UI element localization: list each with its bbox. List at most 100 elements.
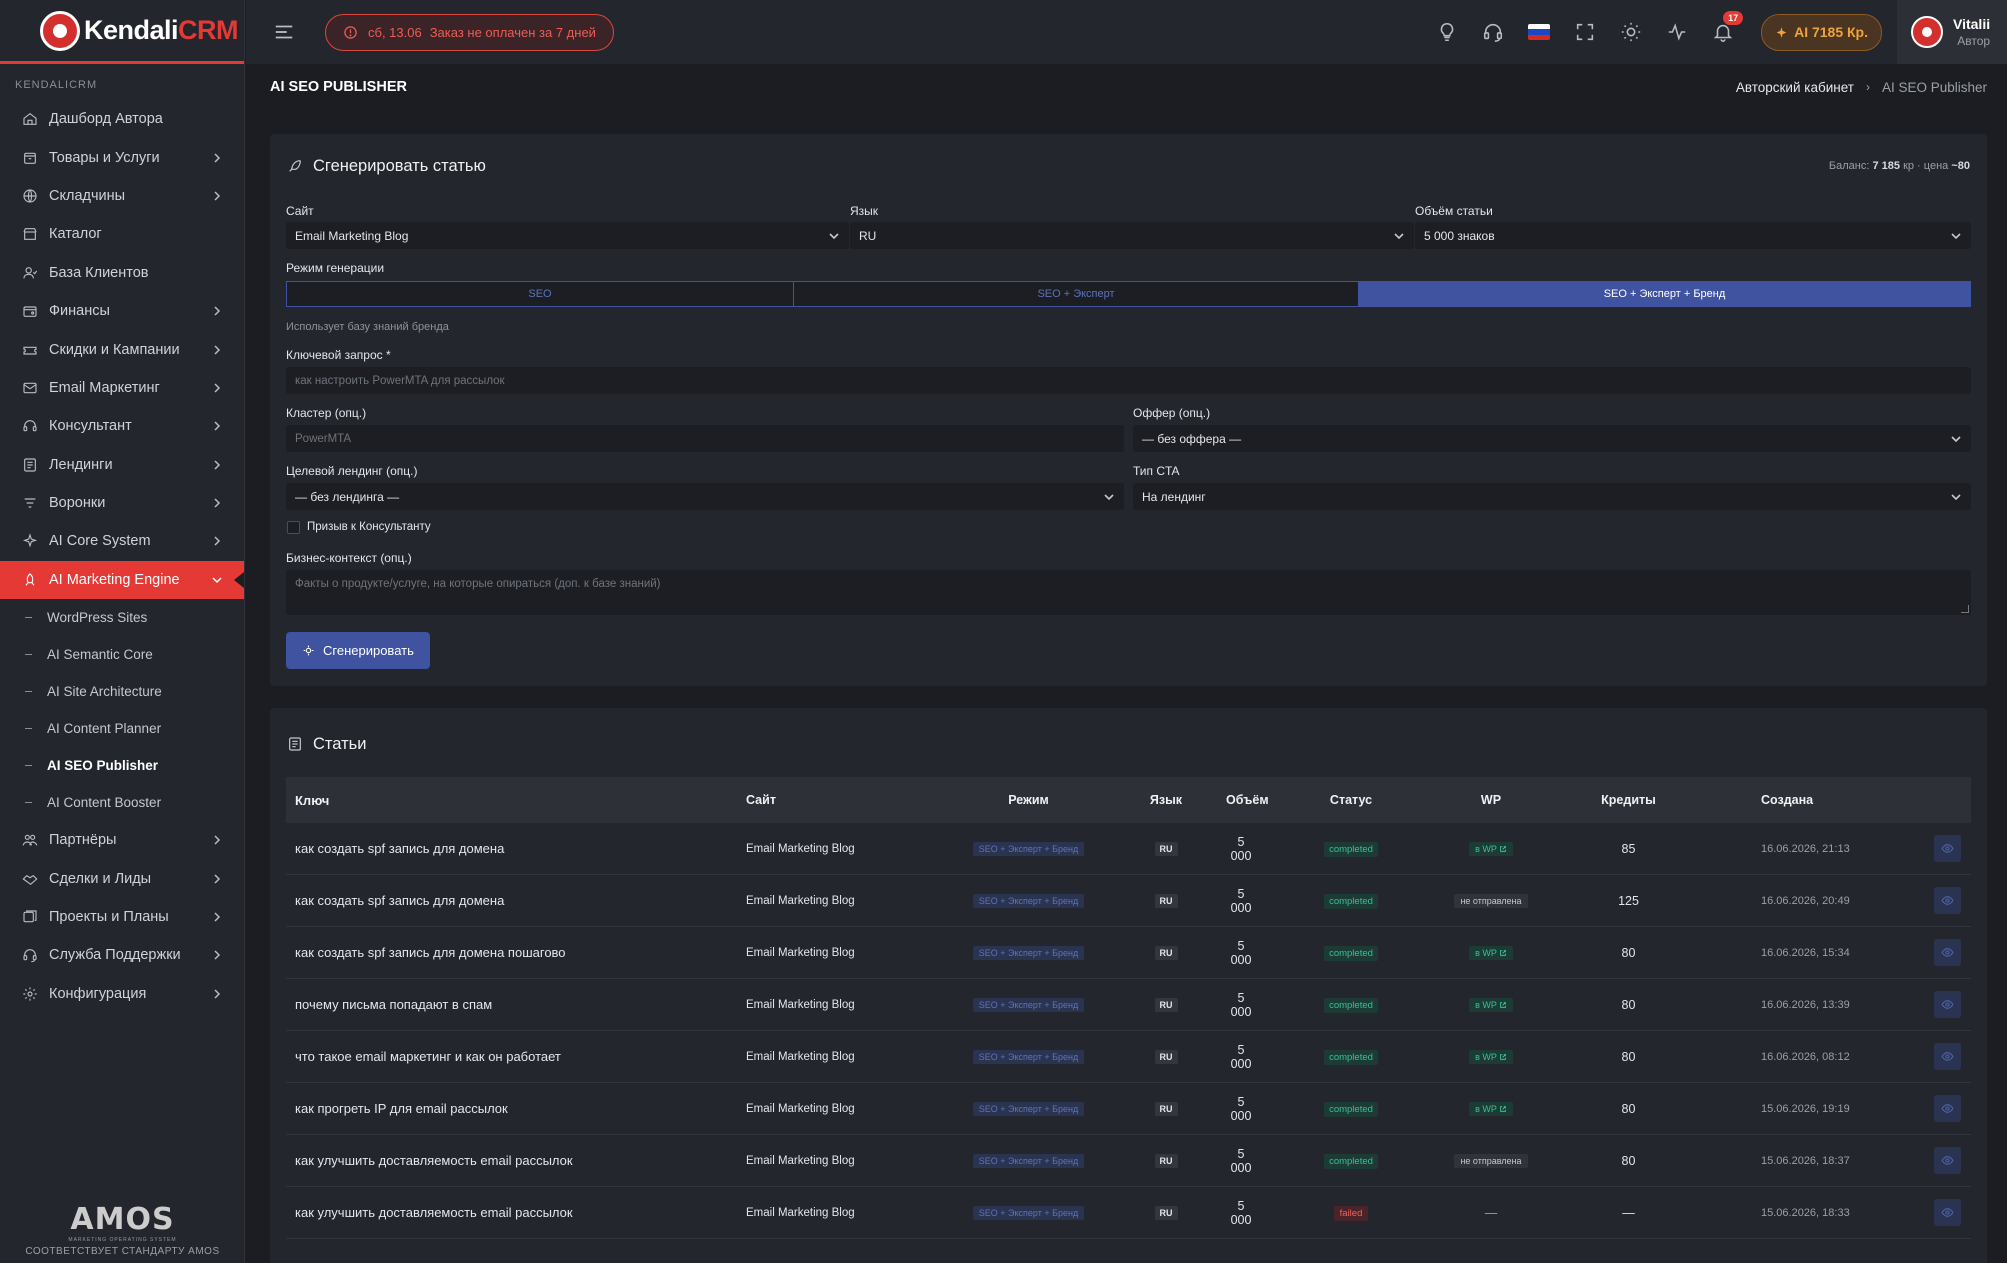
cell-wp: не отправлена [1446, 1153, 1536, 1168]
wp-published-link[interactable]: в WP [1469, 998, 1513, 1012]
sidebar-item-email-маркетинг[interactable]: Email Маркетинг [0, 369, 244, 407]
sidebar-item-дашборд-автора[interactable]: Дашборд Автора [0, 100, 244, 138]
theme-sun-icon[interactable] [1620, 21, 1642, 43]
sidebar-item-каталог[interactable]: Каталог [0, 215, 244, 253]
sidebar-subitem-ai-content-planner[interactable]: AI Content Planner [0, 710, 244, 747]
cluster-input[interactable]: PowerMTA [286, 425, 1124, 452]
sidebar-item-ai-marketing-engine[interactable]: AI Marketing Engine [0, 560, 244, 600]
col-volume[interactable]: Объём [1226, 793, 1269, 807]
filter-icon [22, 495, 38, 511]
cta-select[interactable]: На лендинг [1133, 483, 1971, 510]
lightbulb-icon[interactable] [1436, 21, 1458, 43]
mode-label: Режим генерации [286, 261, 385, 275]
breadcrumb-parent-link[interactable]: Авторский кабинет [1736, 80, 1854, 95]
view-article-button[interactable] [1934, 887, 1961, 914]
volume-select[interactable]: 5 000 знаков [1415, 222, 1971, 249]
articles-card-title: Статьи [313, 734, 367, 753]
view-article-button[interactable] [1934, 991, 1961, 1018]
sidebar-item-база-клиентов[interactable]: База Клиентов [0, 254, 244, 292]
topbar: сб, 13.06 Заказ не оплачен за 7 дней 17 [246, 0, 2007, 64]
activity-pulse-icon[interactable] [1666, 21, 1688, 43]
sidebar-item-воронки[interactable]: Воронки [0, 484, 244, 522]
mode-option-seo-expert[interactable]: SEO + Эксперт [793, 281, 1359, 307]
col-key[interactable]: Ключ [286, 793, 746, 808]
col-wp[interactable]: WP [1446, 793, 1536, 807]
user-menu[interactable]: Vitalii Автор [1897, 0, 2007, 64]
wp-published-link[interactable]: в WP [1469, 842, 1513, 856]
language-flag-ru-icon[interactable] [1528, 24, 1551, 40]
landing-select[interactable]: — без лендинга — [286, 483, 1124, 510]
generate-button[interactable]: Сгенерировать [286, 632, 430, 669]
sidebar-subitem-ai-semantic-core[interactable]: AI Semantic Core [0, 636, 244, 673]
col-site[interactable]: Сайт [746, 793, 951, 807]
fullscreen-icon[interactable] [1574, 21, 1596, 43]
language-badge: RU [1154, 998, 1178, 1012]
sidebar-item-скидки-и-кампании[interactable]: Скидки и Кампании [0, 330, 244, 368]
view-article-button[interactable] [1934, 1095, 1961, 1122]
sidebar-item-партнёры[interactable]: Партнёры [0, 821, 244, 859]
sidebar-subitem-ai-seo-publisher[interactable]: AI SEO Publisher [0, 747, 244, 784]
cell-status: completed [1256, 893, 1446, 909]
sidebar-item-сделки-и-лиды[interactable]: Сделки и Лиды [0, 859, 244, 897]
sidebar-item-складчины[interactable]: Складчины [0, 177, 244, 215]
headset-icon[interactable] [1482, 21, 1504, 43]
sidebar-subitem-ai-content-booster[interactable]: AI Content Booster [0, 784, 244, 821]
sidebar-item-проекты-и-планы[interactable]: Проекты и Планы [0, 898, 244, 936]
wp-link-label: в WP [1475, 1104, 1497, 1114]
mode-option-seo-expert-brand[interactable]: SEO + Эксперт + Бренд [1358, 281, 1971, 307]
keyword-input[interactable]: как настроить PowerMTA для рассылок [286, 367, 1971, 394]
cell-created: 16.06.2026, 13:39 [1761, 998, 1850, 1011]
ai-credits-button[interactable]: AI 7185 Кр. [1761, 13, 1882, 51]
sidebar-subitem-ai-site-architecture[interactable]: AI Site Architecture [0, 673, 244, 710]
sidebar-item-консультант[interactable]: Консультант [0, 407, 244, 445]
cell-lang: RU [1106, 945, 1226, 960]
view-article-button[interactable] [1934, 835, 1961, 862]
external-link-icon [1497, 948, 1507, 958]
col-created[interactable]: Создана [1721, 793, 1906, 807]
amos-caption: СООТВЕТСТВУЕТ СТАНДАРТУ AMOS [25, 1246, 220, 1257]
offer-select[interactable]: — без оффера — [1133, 425, 1971, 452]
sidebar-item-лендинги[interactable]: Лендинги [0, 446, 244, 484]
wp-published-link[interactable]: в WP [1469, 1050, 1513, 1064]
sidebar-item-товары-и-услуги[interactable]: Товары и Услуги [0, 138, 244, 176]
chevron-right-icon [212, 912, 222, 922]
view-article-button[interactable] [1934, 1199, 1961, 1226]
context-textarea[interactable]: Факты о продукте/услуге, на которые опир… [286, 570, 1971, 615]
sidebar-item-конфигурация[interactable]: Конфигурация [0, 975, 244, 1013]
sidebar-item-служба-поддержки[interactable]: Служба Поддержки [0, 936, 244, 974]
col-status[interactable]: Статус [1256, 793, 1446, 807]
col-credits[interactable]: Кредиты [1536, 793, 1721, 807]
col-mode[interactable]: Режим [951, 793, 1106, 807]
cell-created: 15.06.2026, 18:33 [1761, 1206, 1850, 1219]
sparkle-icon [22, 533, 38, 549]
sidebar-subitem-wordpress-sites[interactable]: WordPress Sites [0, 599, 244, 636]
notifications-bell-icon[interactable]: 17 [1712, 11, 1744, 43]
cell-credits: 80 [1621, 1153, 1636, 1168]
mode-badge: SEO + Эксперт + Бренд [972, 946, 1085, 960]
sidebar-item-финансы[interactable]: Финансы [0, 292, 244, 330]
sidebar-item-ai-core-system[interactable]: AI Core System [0, 522, 244, 560]
support-icon [22, 947, 38, 963]
cell-status: completed [1256, 945, 1446, 961]
context-label: Бизнес-контекст (опц.) [286, 551, 412, 565]
sidebar-item-label: Консультант [49, 418, 132, 435]
external-link-icon [1497, 844, 1507, 854]
cell-site: Email Marketing Blog [746, 998, 855, 1011]
app-logo[interactable]: KendaliCRM [0, 0, 244, 64]
wp-published-link[interactable]: в WP [1469, 1102, 1513, 1116]
site-select[interactable]: Email Marketing Blog [286, 222, 849, 249]
col-lang[interactable]: Язык [1106, 793, 1226, 807]
consultant-checkbox[interactable] [287, 521, 300, 534]
breadcrumb: Авторский кабинет › AI SEO Publisher [1736, 80, 1987, 95]
language-select[interactable]: RU [850, 222, 1414, 249]
sidebar-subnav: WordPress Sites AI Semantic Core AI Site A… [0, 599, 244, 821]
view-article-button[interactable] [1934, 1043, 1961, 1070]
menu-toggle-icon[interactable] [273, 21, 295, 43]
wp-published-link[interactable]: в WP [1469, 946, 1513, 960]
unpaid-order-alert[interactable]: сб, 13.06 Заказ не оплачен за 7 дней [325, 13, 614, 51]
home-icon [22, 111, 38, 127]
mode-option-seo[interactable]: SEO [286, 281, 794, 307]
view-article-button[interactable] [1934, 939, 1961, 966]
view-article-button[interactable] [1934, 1147, 1961, 1174]
resize-grip-icon [1961, 605, 1969, 613]
